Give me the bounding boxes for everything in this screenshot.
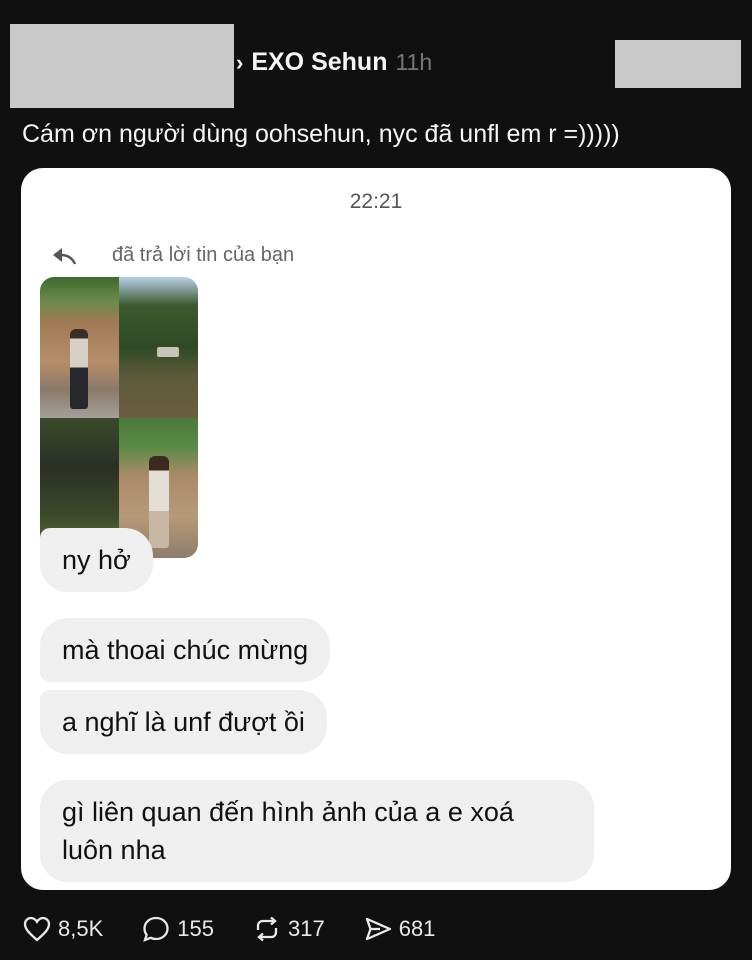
like-button[interactable]: 8,5K <box>22 914 103 944</box>
photo-collage[interactable] <box>40 277 198 558</box>
heart-icon <box>23 916 51 942</box>
like-count: 8,5K <box>58 916 104 941</box>
share-count: 681 <box>398 916 436 941</box>
redacted-header-block <box>615 40 741 88</box>
reply-indicator: đã trả lời tin của bạn <box>51 244 294 267</box>
post-time: 11h <box>395 49 433 75</box>
message-timestamp: 22:21 <box>349 190 403 213</box>
comment-icon <box>143 916 169 942</box>
chevron-right-icon: › <box>236 50 244 75</box>
photo-tile-river <box>119 277 198 418</box>
repost-button[interactable]: 317 <box>252 914 325 944</box>
repost-count: 317 <box>287 916 325 941</box>
message-bubble: mà thoai chúc mừng <box>40 618 331 682</box>
repost-icon <box>256 916 278 942</box>
reply-arrow-icon <box>53 247 77 265</box>
post-text: Cám ơn người dùng oohsehun, nyc đã unfl … <box>22 120 620 148</box>
share-button[interactable]: 681 <box>363 914 436 944</box>
reply-label: đã trả lời tin của bạn <box>112 244 295 266</box>
author-name[interactable]: EXO Sehun <box>251 48 387 77</box>
post-header: › EXO Sehun 11h <box>236 48 432 77</box>
action-bar: 8,5K 155 317 681 <box>22 914 473 944</box>
comment-button[interactable]: 155 <box>141 914 214 944</box>
send-icon <box>365 917 391 941</box>
embedded-screenshot[interactable]: 22:21 đã trả lời tin của bạn ny hở mà th… <box>21 168 731 890</box>
comment-count: 155 <box>177 916 214 941</box>
photo-tile-man <box>40 277 119 418</box>
message-bubble: ny hở <box>40 528 153 592</box>
message-bubble: a nghĩ là unf đượt ồi <box>40 690 327 754</box>
message-bubble: gì liên quan đến hình ảnh của a e xoá lu… <box>40 780 594 882</box>
redacted-avatar-block <box>10 24 234 108</box>
